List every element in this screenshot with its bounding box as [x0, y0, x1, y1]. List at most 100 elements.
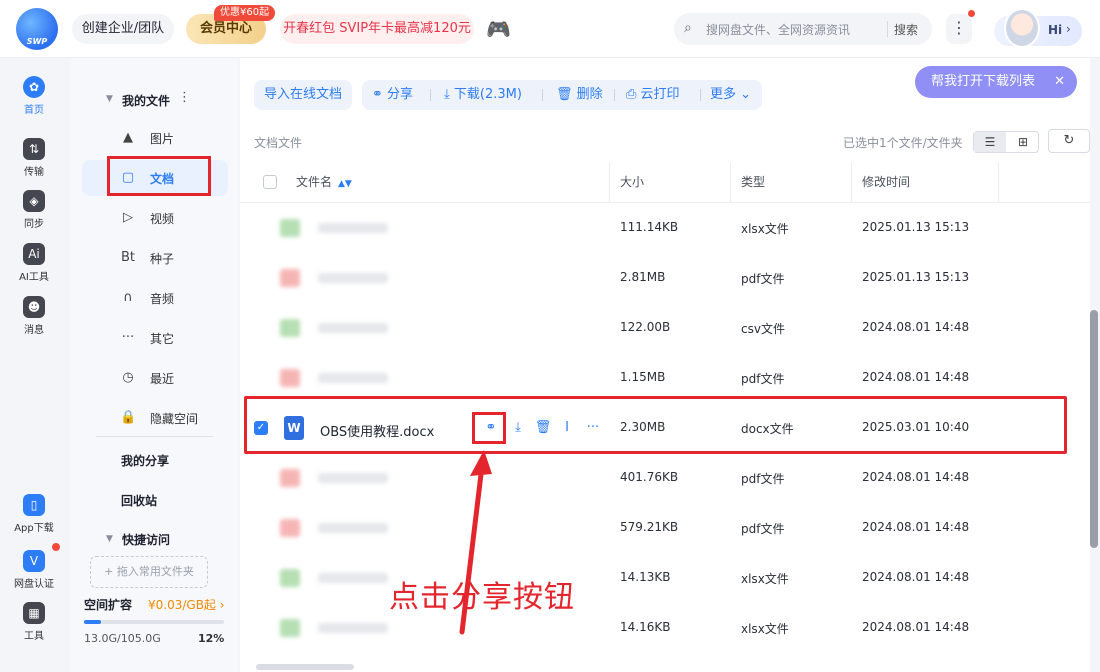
cloud-print-button[interactable]: ⎙ 云打印 [626, 80, 680, 110]
select-all-checkbox[interactable] [263, 175, 277, 189]
rail-item-app-download[interactable]: ▯ App下载 [6, 494, 62, 544]
list-view-icon[interactable]: ☰ [974, 132, 1006, 152]
column-header-type[interactable]: 类型 [741, 162, 765, 202]
sidebar-item-videos[interactable]: ▷ 视频 [82, 200, 228, 236]
vip-discount-badge: 优惠¥60起 [214, 5, 276, 21]
sidebar-item-recycle-bin[interactable]: 回收站 [121, 492, 157, 509]
sort-icon[interactable]: ▲▼ [338, 179, 352, 189]
top-bar: SWP 创建企业/团队 优惠¥60起 会员中心 开春红包 SVIP年卡最高减12… [0, 0, 1100, 58]
table-row[interactable]: 111.14KB xlsx文件 2025.01.13 15:13 [240, 203, 1090, 253]
file-type: csv文件 [741, 322, 785, 336]
grid-view-icon[interactable]: ⊞ [1007, 132, 1039, 152]
rail-item-ai[interactable]: Ai AI工具 [6, 243, 62, 293]
column-header-name[interactable]: 文件名 ▲▼ [296, 162, 352, 202]
storage-percent: 12% [198, 632, 225, 645]
open-download-list-tip[interactable]: 帮我打开下载列表 ✕ [915, 66, 1077, 98]
file-mtime: 2024.08.01 14:48 [862, 470, 970, 484]
search-box[interactable]: ⌕ 搜网盘文件、全网资源资讯 搜索 [674, 13, 932, 45]
file-type: pdf文件 [741, 472, 785, 486]
sidebar-item-label: 图片 [150, 132, 175, 146]
column-divider [998, 162, 999, 202]
rail-item-verify[interactable]: V 网盘认证 [6, 550, 62, 600]
file-mtime: 2024.08.01 14:48 [862, 370, 970, 384]
tools-icon: ▦ [23, 602, 45, 624]
table-row[interactable]: 401.76KB pdf文件 2024.08.01 14:48 [240, 453, 1090, 503]
share-icon-highlight-box [472, 412, 506, 444]
storage-expand-link[interactable]: ¥0.03/GB起 › [148, 596, 225, 613]
sidebar-item-other[interactable]: ··· 其它 [82, 320, 228, 356]
collapse-caret-icon[interactable]: ▼ [106, 94, 113, 104]
toolbar-divider [614, 89, 615, 101]
blurred-file-name [280, 569, 390, 587]
sidebar-item-hidden-space[interactable]: 🔒 隐藏空间 [82, 400, 228, 436]
table-row[interactable]: 14.16KB xlsx文件 2024.08.01 14:48 [240, 603, 1090, 653]
search-button[interactable]: 搜索 [894, 21, 918, 38]
download-icon: ⤓ [444, 87, 454, 102]
table-row[interactable]: 122.00B csv文件 2024.08.01 14:48 [240, 303, 1090, 353]
storage-expand-title: 空间扩容 [84, 598, 133, 612]
file-mtime: 2024.08.01 14:48 [862, 520, 970, 534]
column-header-size[interactable]: 大小 [620, 162, 644, 202]
sidebar-item-my-share[interactable]: 我的分享 [121, 452, 169, 469]
refresh-button[interactable]: ↻ [1048, 129, 1090, 153]
chevron-down-icon: ⌄ [736, 87, 752, 102]
quick-access-heading[interactable]: 快捷访问 [122, 531, 170, 548]
chevron-right-icon: › [1066, 22, 1071, 36]
view-toggle: ☰ ⊞ [973, 131, 1039, 153]
file-size: 2.81MB [620, 270, 666, 284]
blurred-file-name [280, 219, 390, 237]
sidebar-item-audio[interactable]: ∩ 音频 [82, 280, 228, 316]
rail-label: 网盘认证 [14, 579, 54, 590]
storage-progress-bar [84, 620, 224, 624]
column-divider [730, 162, 731, 202]
annotation-callout: 点击分享按钮 [389, 580, 575, 615]
table-row[interactable]: 579.21KB pdf文件 2024.08.01 14:48 [240, 503, 1090, 553]
file-mtime: 2025.01.13 15:13 [862, 270, 970, 284]
column-header-mtime[interactable]: 修改时间 [862, 162, 910, 202]
file-size: 122.00B [620, 320, 671, 334]
table-row[interactable]: 14.13KB xlsx文件 2024.08.01 14:48 [240, 553, 1090, 603]
table-row[interactable]: 2.81MB pdf文件 2025.01.13 15:13 [240, 253, 1090, 303]
more-actions-button[interactable]: 更多 ⌄ [710, 80, 751, 110]
download-button[interactable]: ⤓ 下载(2.3M) [444, 80, 522, 110]
close-icon[interactable]: ✕ [1054, 66, 1065, 98]
search-input[interactable]: 搜网盘文件、全网资源资讯 [706, 21, 850, 38]
scrollbar-thumb[interactable] [1090, 310, 1098, 548]
quick-access-drop-zone[interactable]: + 拖入常用文件夹 [90, 556, 208, 588]
app-logo[interactable]: SWP [16, 8, 58, 50]
share-button[interactable]: ⚭ 分享 [372, 80, 413, 110]
import-online-doc-button[interactable]: 导入在线文档 [254, 80, 353, 110]
toolbar-actions: ⚭ 分享 ⤓ 下载(2.3M) 🗑 删除 ⎙ 云打印 更多 ⌄ [362, 80, 762, 110]
more-menu-icon[interactable]: ⋮ [946, 14, 972, 44]
sidebar-item-recent[interactable]: ◷ 最近 [82, 360, 228, 396]
clock-icon: ◷ [122, 370, 134, 385]
rail-label: 消息 [24, 325, 44, 336]
file-size: 401.76KB [620, 470, 679, 484]
my-files-heading[interactable]: 我的文件 [122, 92, 170, 109]
rail-label: App下载 [14, 523, 54, 534]
icon-rail: ✿ 首页 ⇅ 传输 ◈ 同步 Ai AI工具 ☻ 消息 ▯ App下载 V 网盘… [0, 58, 68, 672]
sidebar-item-torrents[interactable]: Bt 种子 [82, 240, 228, 276]
rail-item-message[interactable]: ☻ 消息 [6, 296, 62, 346]
rail-item-home[interactable]: ✿ 首页 [6, 76, 62, 126]
sidebar-item-images[interactable]: ▲ 图片 [82, 120, 228, 156]
delete-button[interactable]: 🗑 删除 [556, 80, 603, 110]
rail-item-transfer[interactable]: ⇅ 传输 [6, 138, 62, 188]
torrent-icon: Bt [120, 250, 135, 265]
blurred-file-name [280, 619, 390, 637]
rail-label: 同步 [24, 219, 44, 230]
create-team-button[interactable]: 创建企业/团队 [72, 14, 174, 44]
file-sidebar: ▼ 我的文件 ⋮ ▲ 图片 ▢ 文档 ▷ 视频 Bt 种子 ∩ 音频 ··· 其… [70, 58, 238, 672]
rail-item-tools[interactable]: ▦ 工具 [6, 602, 62, 652]
file-size: 111.14KB [620, 220, 679, 234]
promo-banner[interactable]: 开春红包 SVIP年卡最高减120元 [280, 14, 474, 44]
sidebar-item-label: 种子 [150, 252, 175, 266]
ellipsis-icon: ··· [121, 330, 135, 345]
gamepad-icon[interactable]: 🎮 [486, 17, 511, 41]
rail-item-sync[interactable]: ◈ 同步 [6, 190, 62, 240]
avatar[interactable] [1004, 8, 1040, 48]
collapse-caret-icon[interactable]: ▼ [106, 534, 113, 544]
my-files-options-icon[interactable]: ⋮ [178, 90, 191, 105]
file-type: pdf文件 [741, 522, 785, 536]
selection-count: 已选中1个文件/文件夹 [843, 136, 963, 150]
